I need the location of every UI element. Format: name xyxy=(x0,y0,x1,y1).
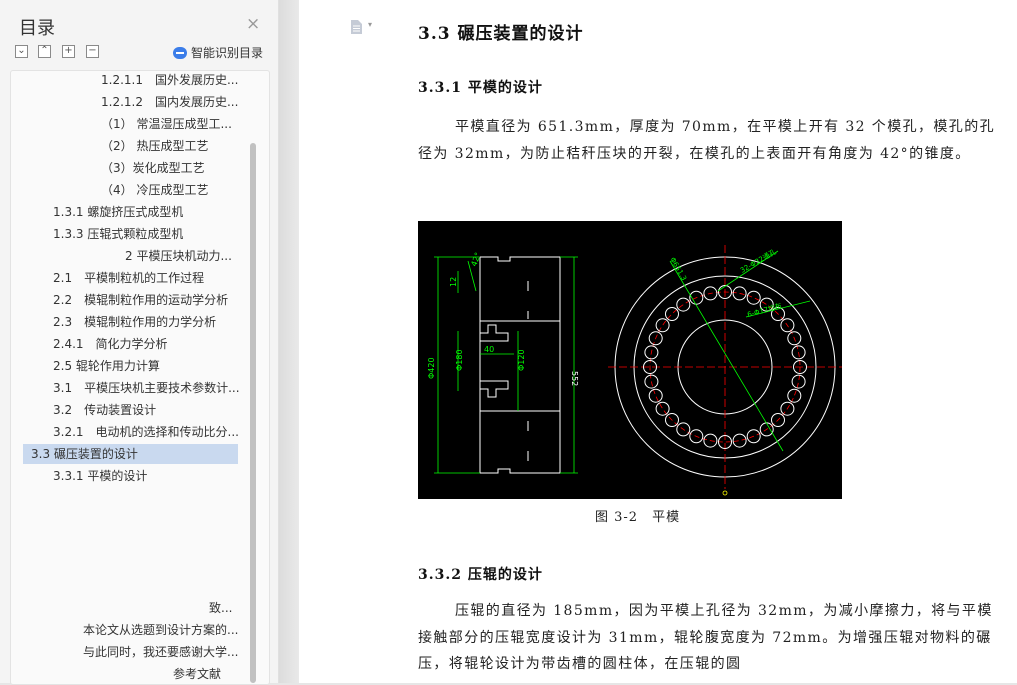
toc-item[interactable]: 1.2.1.2 国内发展历史... xyxy=(101,92,238,112)
heading-3-3-2: 3.3.2 压辊的设计 xyxy=(418,567,543,583)
toc-panel: 目录 × ⌄ ⌃ + − 智能识别目录 1.2.1.1 国外发展历史... 1.… xyxy=(0,0,279,685)
paragraph-flat-die: 平模直径为 651.3mm，厚度为 70mm，在平模上开有 32 个模孔，模孔的… xyxy=(418,119,996,162)
toc-item[interactable]: （3）炭化成型工艺 xyxy=(101,158,205,178)
toc-item[interactable]: （1） 常温湿压成型工... xyxy=(101,114,232,134)
paragraph-roller: 压辊的直径为 185mm，因为平模上孔径为 32mm，为减小摩擦力，将与平模接触… xyxy=(418,603,993,672)
toc-item[interactable]: 1.3.3 压辊式颗粒成型机 xyxy=(53,224,183,244)
toc-title: 目录 xyxy=(19,18,55,39)
toc-item[interactable]: （2） 热压成型工艺 xyxy=(101,136,208,156)
toc-item[interactable]: 2.2 模辊制粒作用的运动学分析 xyxy=(53,290,228,310)
toc-item[interactable]: 2.3 模辊制粒作用的力学分析 xyxy=(53,312,216,332)
toc-item[interactable]: 2 平模压块机动力... xyxy=(125,246,232,266)
close-icon[interactable]: × xyxy=(246,14,260,34)
toc-item[interactable]: 参考文献 xyxy=(173,664,221,684)
collapse-level-button[interactable]: − xyxy=(86,45,99,58)
document-page: ▾ 3.3 碾压装置的设计 3.3.1 平模的设计 平模直径为 651.3mm，… xyxy=(299,0,1017,683)
toc-item[interactable]: 3.1 平模压块机主要技术参数计... xyxy=(53,378,240,398)
pane-divider xyxy=(279,0,299,683)
dim-552-label: 552 xyxy=(570,371,579,386)
toc-item-selected[interactable]: 3.3 碾压装置的设计 xyxy=(23,444,238,464)
dim-phi120-label: Φ120 xyxy=(517,349,526,371)
toc-item[interactable]: 本论文从选题到设计方案的... xyxy=(83,620,238,640)
toc-item[interactable]: 2.5 辊轮作用力计算 xyxy=(53,356,160,376)
expand-all-button[interactable]: ⌃ xyxy=(38,45,51,58)
toc-item[interactable]: 致... xyxy=(209,598,232,618)
smart-toc-label: 智能识别目录 xyxy=(191,46,264,60)
toc-item[interactable]: 与此同时，我还要感谢大学... xyxy=(83,642,238,662)
dim-phi420-label: Φ420 xyxy=(427,357,436,379)
toc-item[interactable]: 3.2.1 电动机的选择和传动比分... xyxy=(53,422,239,442)
dim-12-label: 12 xyxy=(449,277,458,287)
toc-item[interactable]: 1.2.1.1 国外发展历史... xyxy=(101,70,238,90)
expand-level-button[interactable]: + xyxy=(62,45,75,58)
heading-3-3-1: 3.3.1 平模的设计 xyxy=(418,80,543,96)
toc-item[interactable]: （4） 冷压成型工艺 xyxy=(101,180,208,200)
toc-item[interactable]: 1.3.1 螺旋挤压式成型机 xyxy=(53,202,183,222)
dim-40-label: 40 xyxy=(484,345,494,354)
smart-toc-button[interactable]: 智能识别目录 xyxy=(173,44,263,61)
toc-item[interactable]: 3.2 传动装置设计 xyxy=(53,400,156,420)
document-icon[interactable] xyxy=(351,20,362,34)
toc-item[interactable]: 2.4.1 简化力学分析 xyxy=(53,334,168,354)
collapse-all-button[interactable]: ⌄ xyxy=(15,45,28,58)
smart-toc-icon xyxy=(173,47,187,59)
toc-scrollbar[interactable] xyxy=(250,143,256,683)
chevron-down-icon[interactable]: ▾ xyxy=(368,20,372,29)
dim-phi180-label: Φ180 xyxy=(455,349,464,371)
toc-item[interactable]: 2.1 平模制粒机的工作过程 xyxy=(53,268,204,288)
toc-item[interactable]: 3.3.1 平模的设计 xyxy=(53,466,147,486)
flat-die-drawing: Φ420 12 42° Φ180 40 Φ120 552 Φ651.3 32-Φ… xyxy=(418,221,842,499)
heading-3-3: 3.3 碾压装置的设计 xyxy=(418,24,584,44)
figure-caption: 图 3-2 平模 xyxy=(595,510,681,525)
